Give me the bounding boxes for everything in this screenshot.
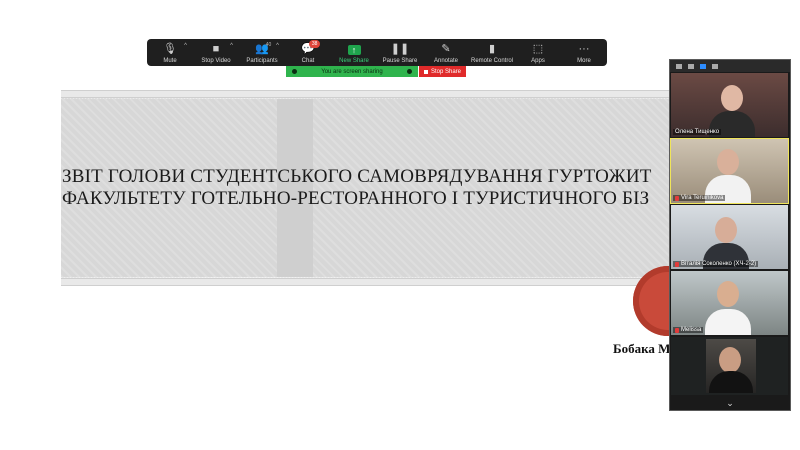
slide-strip-top	[61, 90, 676, 98]
hide-video-icon[interactable]	[688, 63, 694, 69]
more-icon: ···	[578, 43, 590, 55]
chevron-up-icon[interactable]: ^	[276, 43, 279, 49]
stop-share-label: Stop Share	[431, 68, 462, 75]
pause-icon: ❚❚	[390, 43, 410, 55]
participant-face	[721, 85, 743, 111]
chevron-up-icon[interactable]: ^	[184, 43, 187, 49]
stop-video-button[interactable]: ■ ^ Stop Video	[193, 39, 239, 66]
participant-face	[715, 217, 737, 243]
participant-face	[719, 347, 741, 373]
gallery-view-icon[interactable]	[712, 63, 718, 69]
participants-count: 40	[265, 42, 272, 48]
stop-icon	[424, 69, 428, 74]
more-label: More	[577, 58, 591, 64]
participant-name: Melissa	[681, 327, 702, 333]
more-button[interactable]: ··· More	[561, 39, 607, 66]
scroll-down-button[interactable]: ⌄	[670, 398, 790, 410]
participant-body	[705, 309, 751, 335]
slide-title-line-1: ЗВІТ ГОЛОВИ СТУДЕНТСЬКОГО САМОВРЯДУВАННЯ…	[62, 166, 652, 187]
slide-author: Бобака М	[613, 341, 671, 356]
mute-label: Mute	[163, 58, 177, 64]
video-panel-header	[670, 60, 790, 72]
mute-button[interactable]: 🎙 ^ Mute	[147, 39, 193, 66]
screen-sharing-status: You are screen sharing	[286, 66, 418, 77]
remote-control-label: Remote Control	[470, 58, 514, 64]
sharing-indicator-icon	[292, 69, 297, 74]
participant-name-label: Олена Тищенко	[673, 129, 722, 135]
annotate-button[interactable]: ✎ Annotate	[423, 39, 469, 66]
participants-label: Participants	[246, 58, 278, 64]
participant-face	[717, 281, 739, 307]
new-share-label: New Share	[339, 58, 369, 64]
video-tile[interactable]: Vira Teruinikova	[670, 138, 789, 204]
video-tile[interactable]: Melissa	[671, 271, 788, 335]
stop-video-label: Stop Video	[201, 58, 231, 64]
participant-name-label: Віталія Соколенко (ХЧ-2-2)	[673, 261, 759, 267]
slide-title-line-2: ФАКУЛЬТЕТУ ГОТЕЛЬНО-РЕСТОРАННОГО І ТУРИС…	[62, 188, 650, 209]
screen-sharing-text: You are screen sharing	[321, 68, 383, 75]
share-screen-icon: ↑	[347, 45, 361, 55]
muted-mic-icon	[675, 327, 679, 333]
annotate-label: Annotate	[433, 58, 459, 64]
video-tile[interactable]: Віталія Соколенко (ХЧ-2-2)	[671, 205, 788, 269]
meeting-toolbar: 🎙 ^ Mute ■ ^ Stop Video 👥 40 ^ Participa…	[147, 39, 607, 66]
participant-name: Віталія Соколенко (ХЧ-2-2)	[681, 261, 757, 267]
mouse-icon: ▮	[488, 43, 496, 55]
chevron-up-icon[interactable]: ^	[230, 43, 233, 49]
chat-unread-badge: 38	[308, 40, 321, 48]
shield-icon	[407, 69, 412, 74]
new-share-button[interactable]: ↑ New Share	[331, 39, 377, 66]
participant-name-label: Melissa	[673, 327, 704, 333]
apps-button[interactable]: ⬚ Apps	[515, 39, 561, 66]
video-camera-icon: ■	[212, 43, 220, 55]
chat-button[interactable]: 💬 38 Chat	[285, 39, 331, 66]
participant-face	[717, 149, 739, 175]
apps-icon: ⬚	[532, 43, 544, 55]
minimize-icon[interactable]	[676, 63, 682, 69]
participant-name: Vira Teruinikova	[681, 195, 724, 201]
speaker-view-icon[interactable]	[700, 63, 706, 69]
pencil-icon: ✎	[441, 43, 451, 55]
participant-name-label: Vira Teruinikova	[673, 195, 726, 201]
stop-share-button[interactable]: Stop Share	[419, 66, 467, 77]
video-tile[interactable]: Олена Тищенко	[671, 73, 788, 137]
pause-share-button[interactable]: ❚❚ Pause Share	[377, 39, 423, 66]
participants-button[interactable]: 👥 40 ^ Participants	[239, 39, 285, 66]
slide-title: ЗВІТ ГОЛОВИ СТУДЕНТСЬКОГО САМОВРЯДУВАННЯ…	[62, 166, 682, 210]
participant-name: Олена Тищенко	[675, 129, 720, 135]
microphone-icon: 🎙	[163, 43, 177, 55]
participant-video-panel: Олена Тищенко Vira Teruinikova Віталія С…	[669, 59, 791, 411]
remote-control-button[interactable]: ▮ Remote Control	[469, 39, 515, 66]
pause-share-label: Pause Share	[382, 58, 418, 64]
chat-label: Chat	[301, 58, 315, 64]
screen-sharing-bar: You are screen sharing Stop Share	[286, 66, 467, 77]
video-tile[interactable]	[671, 337, 788, 395]
apps-label: Apps	[531, 58, 545, 64]
slide-strip-bottom	[61, 278, 676, 286]
chevron-down-icon: ⌄	[726, 398, 734, 408]
muted-mic-icon	[675, 195, 679, 201]
muted-mic-icon	[675, 261, 679, 267]
